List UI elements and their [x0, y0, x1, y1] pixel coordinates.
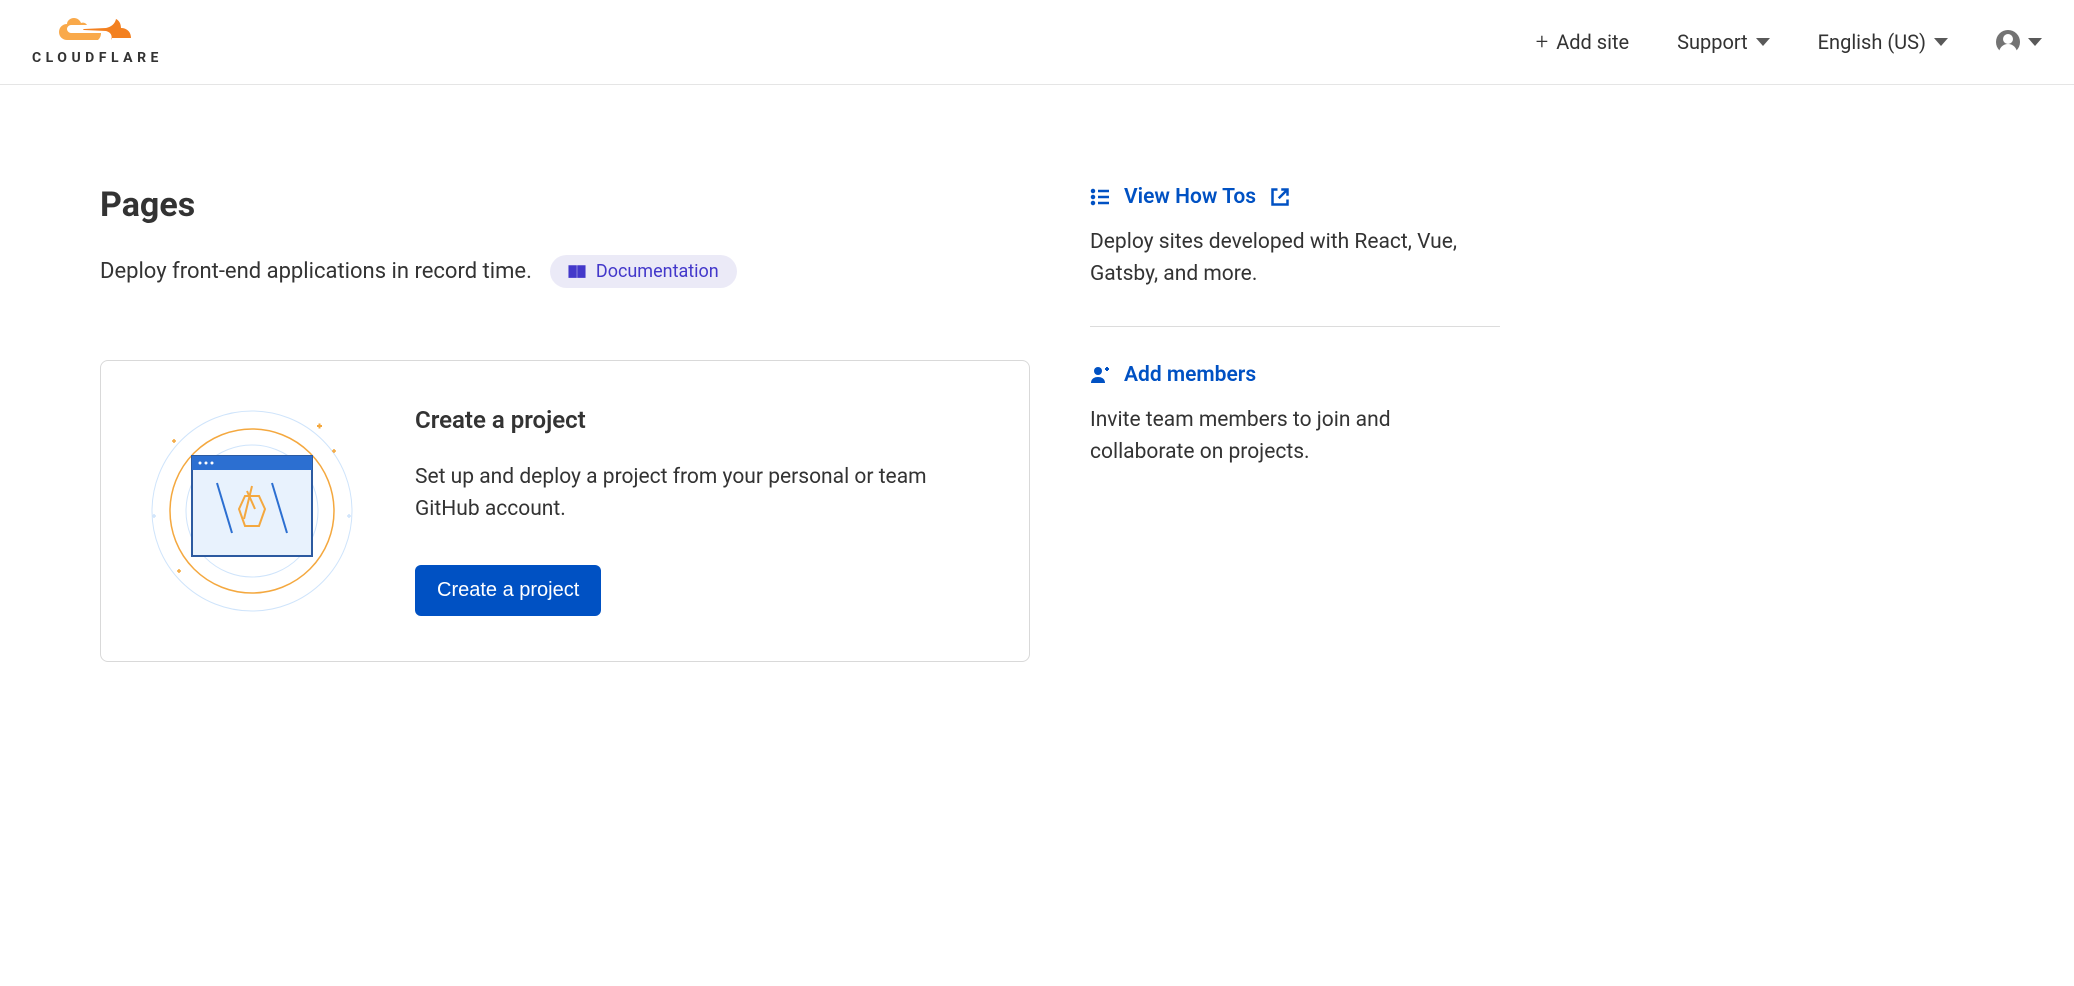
- language-dropdown[interactable]: English (US): [1818, 30, 1948, 54]
- create-project-button[interactable]: Create a project: [415, 565, 601, 616]
- support-label: Support: [1677, 30, 1748, 54]
- add-person-icon: [1090, 365, 1110, 385]
- members-label: Add members: [1124, 363, 1256, 387]
- support-dropdown[interactable]: Support: [1677, 30, 1770, 54]
- documentation-link[interactable]: Documentation: [550, 255, 737, 288]
- header: CLOUDFLARE + Add site Support English (U…: [0, 0, 2074, 85]
- language-label: English (US): [1818, 30, 1926, 54]
- page-subtitle: Deploy front-end applications in record …: [100, 259, 532, 284]
- header-actions: + Add site Support English (US): [1536, 30, 2042, 55]
- content-area: Pages Deploy front-end applications in r…: [100, 185, 1030, 662]
- members-section: Add members Invite team members to join …: [1090, 363, 1500, 504]
- chevron-down-icon: [1756, 38, 1770, 46]
- sidebar: View How Tos Deploy sites developed with…: [1090, 185, 1500, 662]
- project-illustration: [137, 401, 367, 621]
- avatar-icon: [1996, 30, 2020, 54]
- card-title: Create a project: [415, 406, 993, 434]
- subtitle-row: Deploy front-end applications in record …: [100, 255, 1030, 288]
- add-site-button[interactable]: + Add site: [1536, 30, 1629, 55]
- view-howtos-link[interactable]: View How Tos: [1090, 185, 1500, 209]
- howtos-section: View How Tos Deploy sites developed with…: [1090, 185, 1500, 327]
- logo[interactable]: CLOUDFLARE: [32, 18, 163, 66]
- chevron-down-icon: [1934, 38, 1948, 46]
- create-project-card: Create a project Set up and deploy a pro…: [100, 360, 1030, 662]
- howtos-description: Deploy sites developed with React, Vue, …: [1090, 227, 1500, 290]
- members-description: Invite team members to join and collabor…: [1090, 405, 1500, 468]
- main-content: Pages Deploy front-end applications in r…: [0, 85, 1600, 702]
- documentation-label: Documentation: [596, 261, 719, 282]
- logo-text: CLOUDFLARE: [32, 50, 163, 66]
- card-description: Set up and deploy a project from your pe…: [415, 462, 993, 525]
- add-site-label: Add site: [1556, 30, 1629, 54]
- chevron-down-icon: [2028, 38, 2042, 46]
- plus-icon: +: [1536, 30, 1548, 55]
- book-icon: [568, 265, 586, 279]
- howtos-label: View How Tos: [1124, 185, 1256, 209]
- page-title: Pages: [100, 185, 1030, 225]
- external-link-icon: [1270, 187, 1290, 207]
- card-content: Create a project Set up and deploy a pro…: [415, 406, 993, 616]
- account-dropdown[interactable]: [1996, 30, 2042, 54]
- add-members-link[interactable]: Add members: [1090, 363, 1500, 387]
- list-icon: [1090, 187, 1110, 207]
- cloudflare-cloud-icon: [59, 18, 135, 46]
